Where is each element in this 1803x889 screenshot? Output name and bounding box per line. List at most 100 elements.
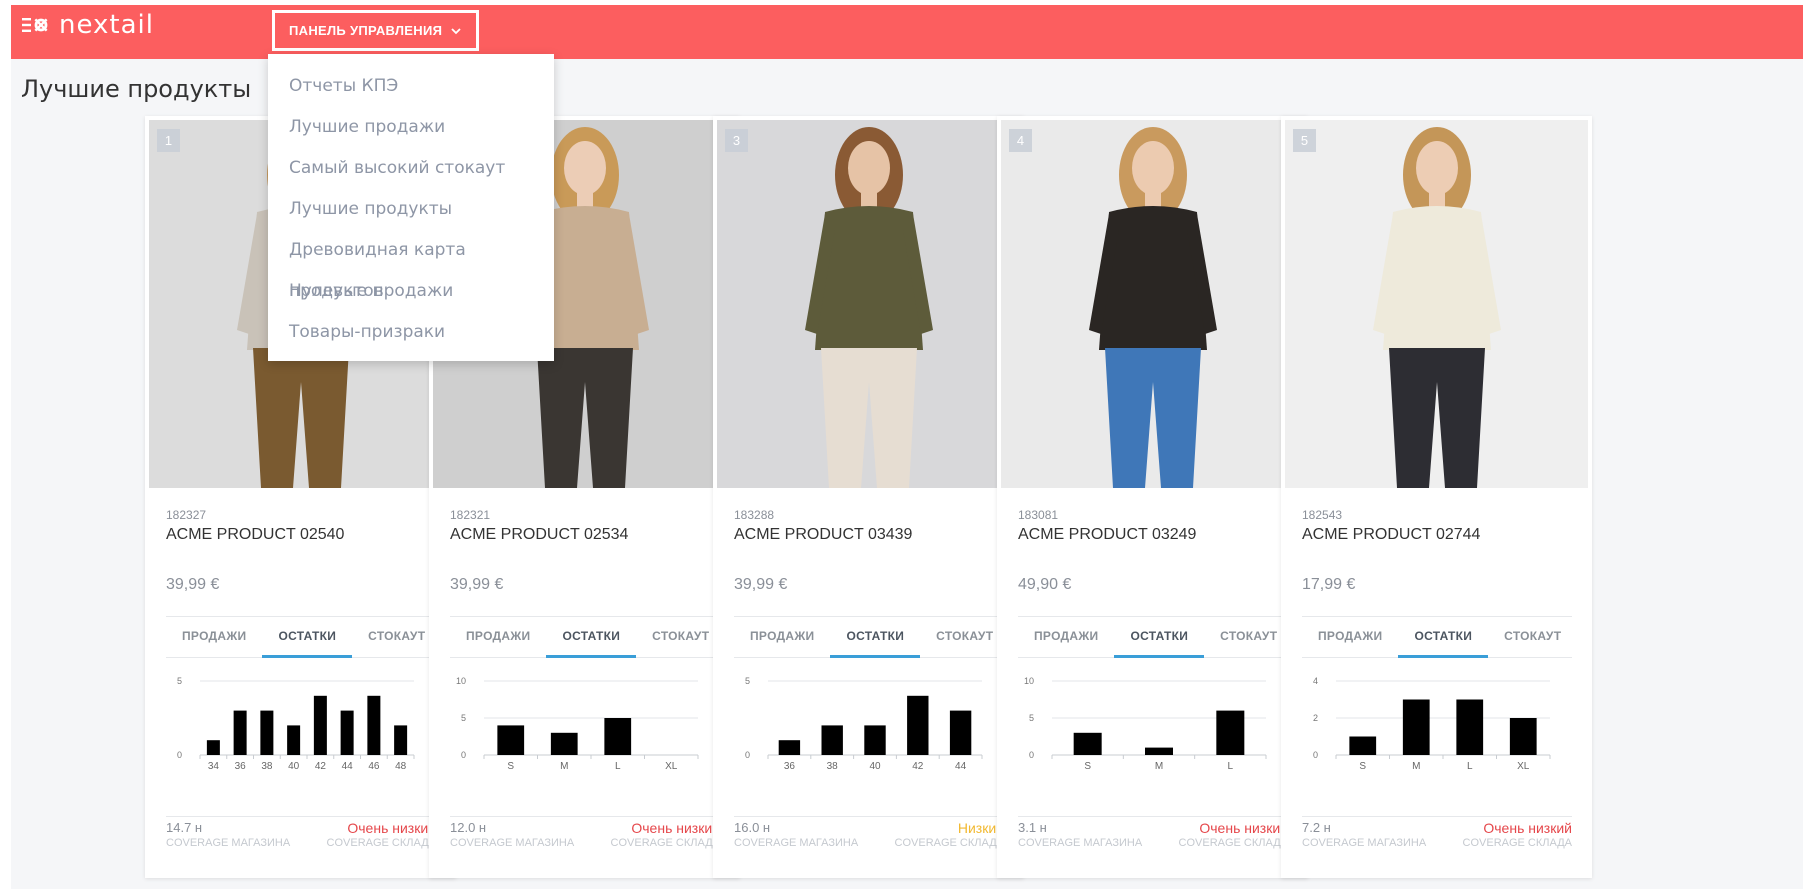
logo[interactable]: nextail bbox=[21, 12, 154, 38]
product-price: 39,99 € bbox=[734, 576, 788, 593]
x-tick-label: S bbox=[507, 761, 514, 772]
product-name[interactable]: ACME PRODUCT 02534 bbox=[450, 526, 628, 544]
stock-by-size-chart: 0 5 10 S M L XL bbox=[456, 676, 699, 772]
warehouse-coverage-label: COVERAGE СКЛАДА bbox=[326, 837, 436, 849]
tab-sales[interactable]: ПРОДАЖИ bbox=[1018, 616, 1114, 658]
chart-bar bbox=[497, 725, 525, 755]
dropdown-item[interactable]: Товары-призраки bbox=[268, 312, 554, 353]
coverage-level-badge: Очень низкий bbox=[631, 820, 720, 836]
store-coverage-value: 14.7 н bbox=[166, 820, 203, 835]
chart-bar bbox=[1402, 699, 1430, 755]
tab-stockout[interactable]: СТОКАУТ bbox=[352, 616, 441, 658]
coverage-divider bbox=[1018, 816, 1288, 817]
store-coverage-label: COVERAGE МАГАЗИНА bbox=[1302, 837, 1427, 849]
tab-stock[interactable]: ОСТАТКИ bbox=[830, 616, 921, 658]
product-card[interactable]: 4 183081 ACME PRODUCT 03249 49,90 € ПРОД… bbox=[997, 116, 1308, 878]
chart-bar bbox=[1349, 736, 1377, 755]
top-bar: nextail ПАНЕЛЬ УПРАВЛЕНИЯ bbox=[11, 5, 1803, 59]
x-tick-label: M bbox=[1412, 761, 1420, 772]
tab-sales[interactable]: ПРОДАЖИ bbox=[166, 616, 262, 658]
tab-sales[interactable]: ПРОДАЖИ bbox=[734, 616, 830, 658]
dropdown-item[interactable]: Самый высокий стокаут bbox=[268, 148, 554, 189]
product-sku: 183288 bbox=[734, 508, 775, 522]
y-tick-label: 0 bbox=[461, 750, 466, 760]
chevron-down-icon bbox=[451, 27, 461, 34]
coverage-level-badge: Очень низкий bbox=[1199, 820, 1288, 836]
dropdown-item[interactable]: Древовидная карта продуктов bbox=[268, 230, 554, 301]
x-tick-label: 40 bbox=[869, 761, 881, 772]
x-tick-label: XL bbox=[1517, 761, 1530, 772]
tab-stock[interactable]: ОСТАТКИ bbox=[262, 616, 353, 658]
x-tick-label: M bbox=[560, 761, 568, 772]
x-tick-label: S bbox=[1084, 761, 1091, 772]
metric-tabs: ПРОДАЖИ ОСТАТКИ СТОКАУТ bbox=[734, 616, 1004, 658]
y-tick-label: 5 bbox=[461, 713, 466, 723]
store-coverage-value: 7.2 н bbox=[1302, 820, 1331, 835]
chart-bar bbox=[604, 718, 632, 755]
store-coverage-label: COVERAGE МАГАЗИНА bbox=[166, 837, 291, 849]
store-coverage-label: COVERAGE МАГАЗИНА bbox=[450, 837, 575, 849]
coverage-level-badge: Очень низкий bbox=[1483, 820, 1572, 836]
product-sku: 182543 bbox=[1302, 508, 1343, 522]
photo-floor bbox=[1001, 420, 1304, 488]
chart-bar bbox=[287, 725, 301, 755]
tab-stockout[interactable]: СТОКАУТ bbox=[1488, 616, 1577, 658]
x-tick-label: 36 bbox=[784, 761, 796, 772]
metric-tabs: ПРОДАЖИ ОСТАТКИ СТОКАУТ bbox=[450, 616, 720, 658]
product-price: 39,99 € bbox=[450, 576, 504, 593]
product-price: 17,99 € bbox=[1302, 576, 1356, 593]
photo-floor bbox=[149, 420, 452, 488]
dashboard-dropdown-menu: Отчеты КПЭ Лучшие продажи Самый высокий ст… bbox=[268, 54, 554, 361]
dashboard-menu-button[interactable]: ПАНЕЛЬ УПРАВЛЕНИЯ bbox=[272, 10, 480, 51]
photo-floor bbox=[1285, 420, 1588, 488]
y-tick-label: 0 bbox=[745, 750, 750, 760]
product-photo[interactable]: 3 bbox=[717, 120, 1020, 488]
y-tick-label: 10 bbox=[1024, 676, 1034, 686]
chart-bar bbox=[367, 695, 381, 755]
metric-tabs: ПРОДАЖИ ОСТАТКИ СТОКАУТ bbox=[1302, 616, 1572, 658]
x-tick-label: S bbox=[1359, 761, 1366, 772]
rank-badge: 5 bbox=[1293, 129, 1316, 152]
coverage-divider bbox=[1302, 816, 1572, 817]
tab-stockout[interactable]: СТОКАУТ bbox=[920, 616, 1009, 658]
chart-bar bbox=[1509, 718, 1537, 755]
chart-bar bbox=[1456, 699, 1484, 755]
chart-bar bbox=[340, 710, 354, 755]
dropdown-item[interactable]: Лучшие продажи bbox=[268, 107, 554, 148]
tab-sales[interactable]: ПРОДАЖИ bbox=[450, 616, 546, 658]
product-card[interactable]: 5 182543 ACME PRODUCT 02744 17,99 € ПРОД… bbox=[1281, 116, 1592, 878]
metric-tabs: ПРОДАЖИ ОСТАТКИ СТОКАУТ bbox=[166, 616, 436, 658]
model-face bbox=[1132, 141, 1174, 195]
y-tick-label: 4 bbox=[1313, 676, 1318, 686]
product-photo-cream-sweater bbox=[1285, 120, 1588, 488]
product-name[interactable]: ACME PRODUCT 03439 bbox=[734, 526, 912, 544]
product-photo-black-cardigan bbox=[1001, 120, 1304, 488]
tab-sales[interactable]: ПРОДАЖИ bbox=[1302, 616, 1398, 658]
chart-bar bbox=[821, 725, 843, 755]
model-face bbox=[564, 141, 606, 195]
product-photo[interactable]: 4 bbox=[1001, 120, 1304, 488]
coverage-divider bbox=[450, 816, 720, 817]
x-tick-label: 42 bbox=[912, 761, 924, 772]
dropdown-item[interactable]: Лучшие продукты bbox=[268, 189, 554, 230]
rank-badge: 1 bbox=[157, 129, 180, 152]
product-photo[interactable]: 5 bbox=[1285, 120, 1588, 488]
dropdown-item[interactable]: Отчеты КПЭ bbox=[268, 66, 554, 107]
product-sku: 182327 bbox=[166, 508, 207, 522]
logo-mark-icon bbox=[22, 18, 48, 32]
x-tick-label: 44 bbox=[955, 761, 967, 772]
product-name[interactable]: ACME PRODUCT 02744 bbox=[1302, 526, 1480, 544]
product-name[interactable]: ACME PRODUCT 02540 bbox=[166, 526, 344, 544]
product-card[interactable]: 3 183288 ACME PRODUCT 03439 39,99 € ПРОД… bbox=[713, 116, 1024, 878]
product-price: 49,90 € bbox=[1018, 576, 1072, 593]
tab-stockout[interactable]: СТОКАУТ bbox=[1204, 616, 1293, 658]
product-name[interactable]: ACME PRODUCT 03249 bbox=[1018, 526, 1196, 544]
tab-stock[interactable]: ОСТАТКИ bbox=[1114, 616, 1205, 658]
dropdown-item[interactable]: Нулевые продажи bbox=[268, 271, 554, 312]
tab-stock[interactable]: ОСТАТКИ bbox=[1398, 616, 1489, 658]
chart-bar bbox=[778, 740, 801, 755]
tab-stockout[interactable]: СТОКАУТ bbox=[636, 616, 725, 658]
chart-bar bbox=[1145, 747, 1173, 755]
x-tick-label: 38 bbox=[827, 761, 839, 772]
tab-stock[interactable]: ОСТАТКИ bbox=[546, 616, 637, 658]
